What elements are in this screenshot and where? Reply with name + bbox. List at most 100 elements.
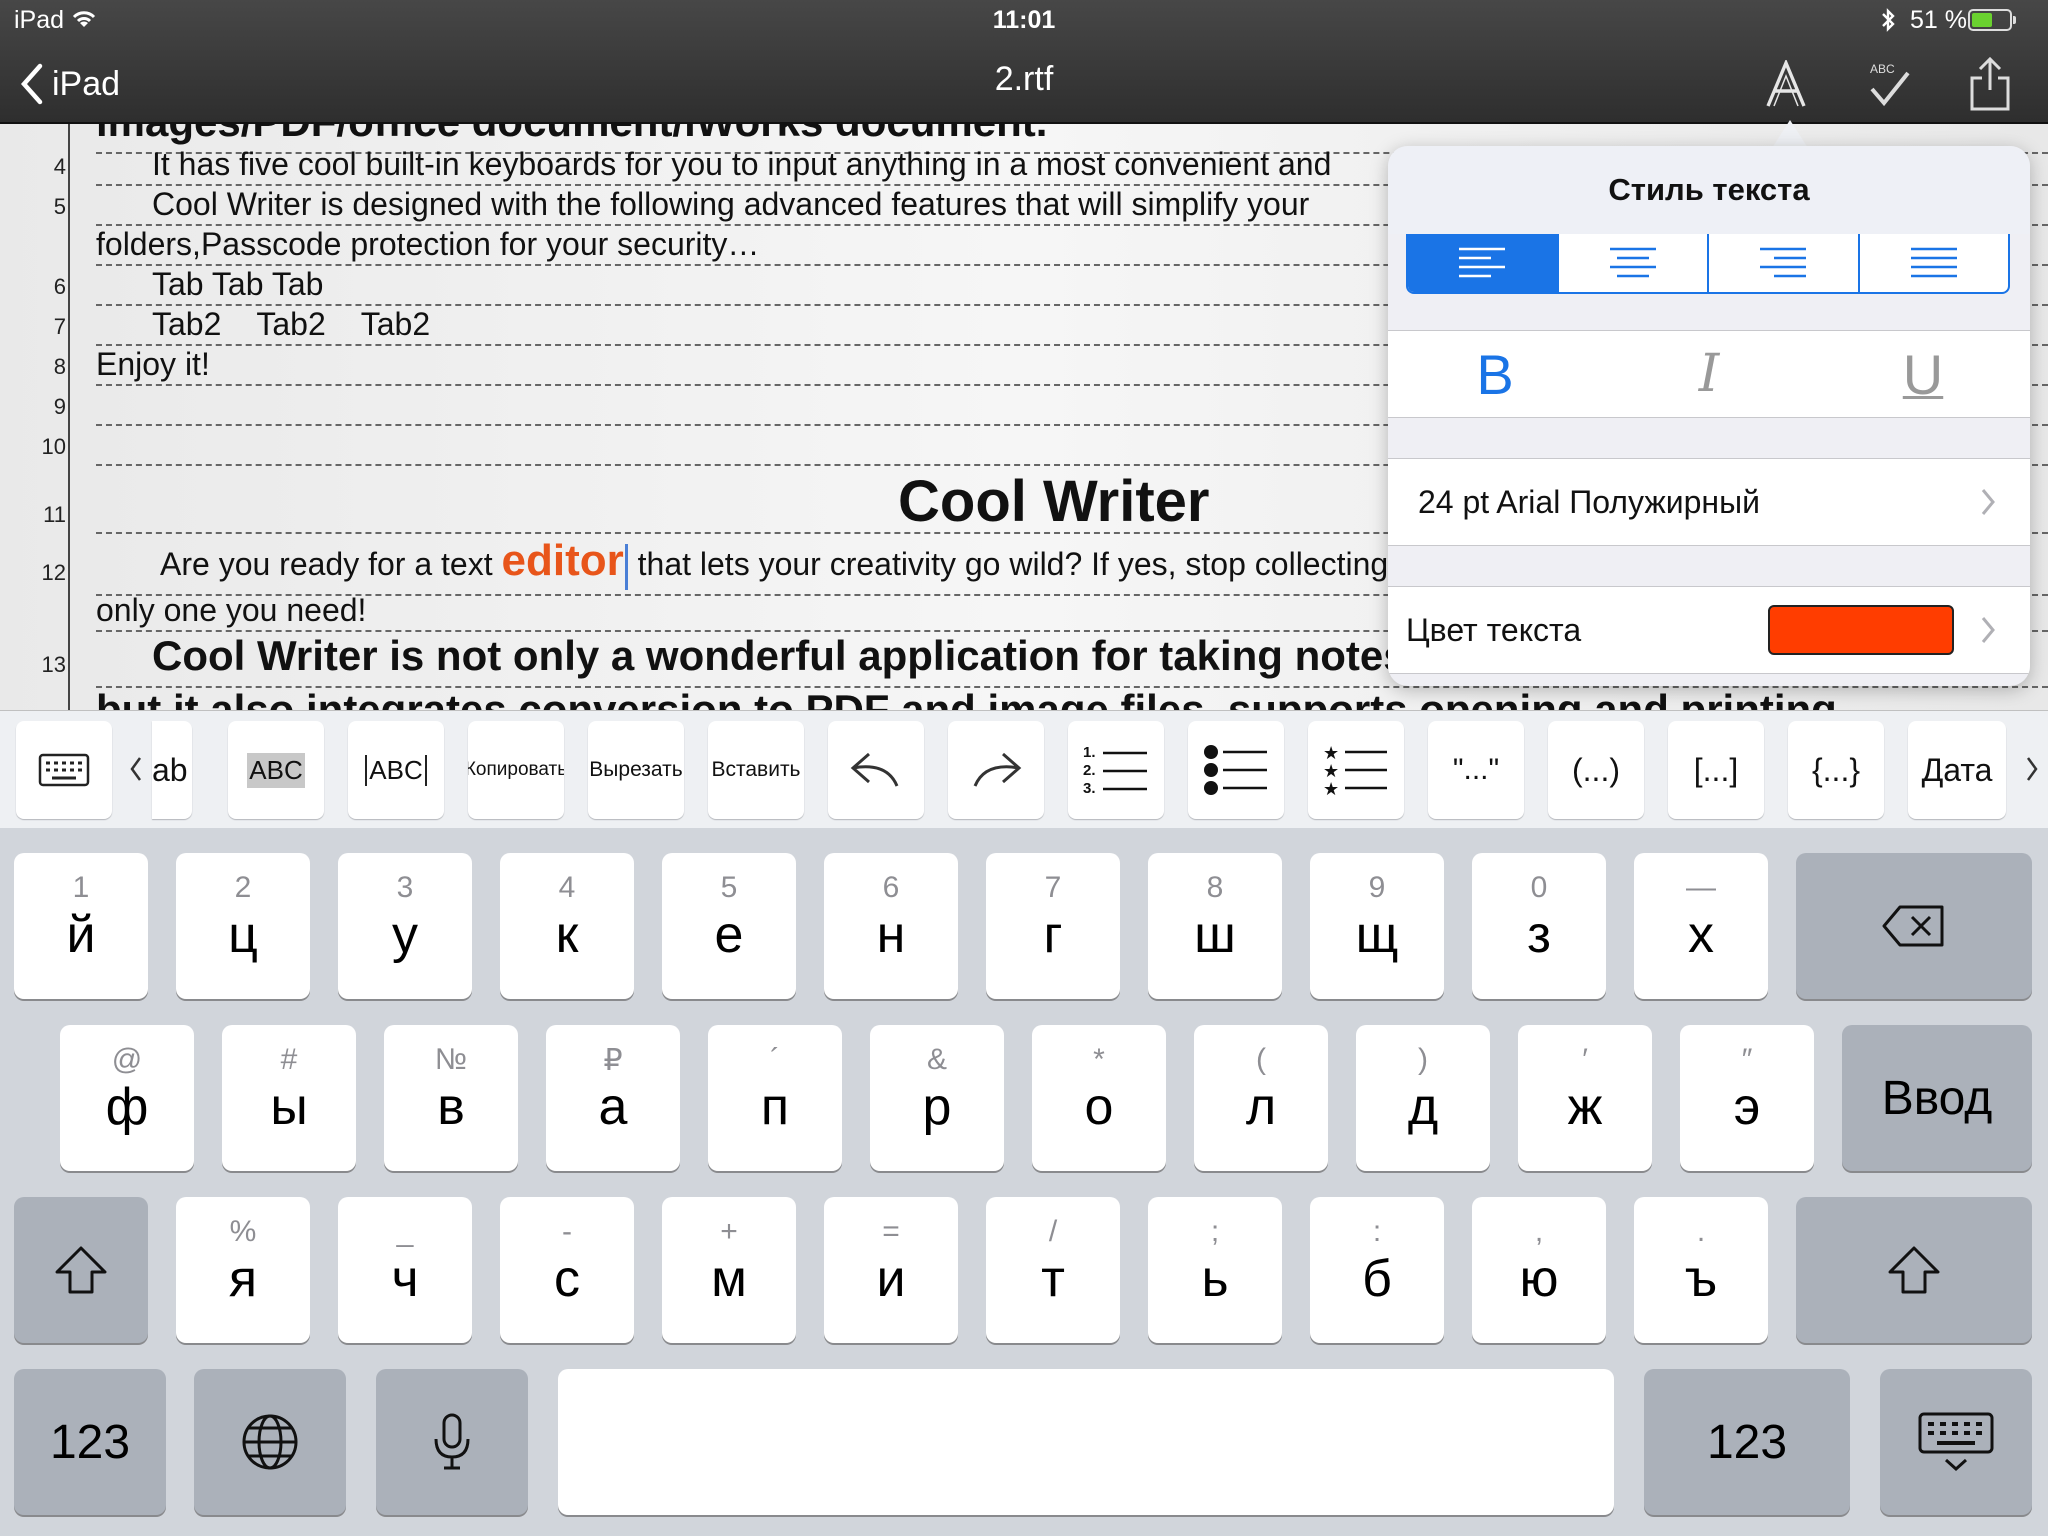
key-21[interactable]: ′ ж <box>1518 1025 1652 1171</box>
copy-label: Копировать <box>468 759 564 780</box>
key-32[interactable]: .ъ <box>1634 1197 1768 1343</box>
key-char: ы <box>270 1078 308 1136</box>
copy-button[interactable]: Копировать <box>468 721 564 819</box>
key-16[interactable]: ´ п <box>708 1025 842 1171</box>
key-6[interactable]: 6н <box>824 853 958 999</box>
key-29[interactable]: ; ь <box>1148 1197 1282 1343</box>
insert-date-button[interactable]: Дата <box>1908 721 2006 819</box>
key-22[interactable]: ″ э <box>1680 1025 1814 1171</box>
star-list-button[interactable]: ★ ★ ★ <box>1308 721 1404 819</box>
key-15[interactable]: ₽ а <box>546 1025 680 1171</box>
key-char: б <box>1362 1250 1392 1308</box>
paste-button[interactable]: Вставить <box>708 721 804 819</box>
key-1[interactable]: 1й <box>14 853 148 999</box>
backspace-key[interactable] <box>1796 853 2032 999</box>
spellcheck-button[interactable]: ABC <box>1858 54 1922 114</box>
numbers-key-right[interactable]: 123 <box>1644 1369 1850 1515</box>
hide-keyboard-key[interactable] <box>1880 1369 2032 1515</box>
microphone-icon-wrap <box>376 1369 528 1515</box>
key-hint: 4 <box>558 871 576 904</box>
text-line-7: Tab2 Tab2 Tab2 <box>152 306 431 342</box>
key-30[interactable]: :б <box>1310 1197 1444 1343</box>
insert-brackets-button[interactable]: [...] <box>1668 721 1764 819</box>
key-hint: = <box>882 1215 900 1248</box>
key-17[interactable]: & р <box>870 1025 1004 1171</box>
key-27[interactable]: = и <box>824 1197 958 1343</box>
align-right-icon <box>1760 247 1807 278</box>
keyboard-toggle-button[interactable] <box>16 721 112 819</box>
key-20[interactable]: ) д <box>1356 1025 1490 1171</box>
key-3[interactable]: 3у <box>338 853 472 999</box>
align-left-button[interactable] <box>1408 234 1559 292</box>
key-19[interactable]: (л <box>1194 1025 1328 1171</box>
align-center-button[interactable] <box>1559 234 1709 292</box>
shift-key-right[interactable] <box>1796 1197 2032 1343</box>
insert-parens-button[interactable]: (...) <box>1548 721 1644 819</box>
cut-button[interactable]: Вырезать <box>588 721 684 819</box>
key-12[interactable]: @ ф <box>60 1025 194 1171</box>
key-26[interactable]: + м <box>662 1197 796 1343</box>
align-right-button[interactable] <box>1709 234 1860 292</box>
shift-key-left[interactable] <box>14 1197 148 1343</box>
underline-button[interactable]: U <box>1863 342 1983 407</box>
redo-button[interactable] <box>948 721 1044 819</box>
key-5[interactable]: 5е <box>662 853 796 999</box>
bold-button[interactable]: B <box>1435 342 1555 407</box>
key-14[interactable]: № в <box>384 1025 518 1171</box>
select-text-label: ABC <box>247 752 305 788</box>
text-color-row[interactable]: Цвет текста <box>1388 586 2030 674</box>
key-hint: # <box>280 1043 298 1076</box>
key-9[interactable]: 9щ <box>1310 853 1444 999</box>
dictation-key[interactable] <box>376 1369 528 1515</box>
shift-icon <box>55 1246 107 1294</box>
align-justify-button[interactable] <box>1860 234 2009 292</box>
select-text-button[interactable]: ABC <box>228 721 324 819</box>
italic-button[interactable]: I <box>1649 344 1769 404</box>
toolbar-scroll-right[interactable] <box>2020 749 2044 789</box>
key-13[interactable]: # ы <box>222 1025 356 1171</box>
bulleted-list-button[interactable] <box>1188 721 1284 819</box>
key-4[interactable]: 4к <box>500 853 634 999</box>
insert-braces-button[interactable]: {...} <box>1788 721 1884 819</box>
status-battery-percent: 51 % <box>1910 6 1967 34</box>
key-hint: 6 <box>882 871 900 904</box>
toolbar-scroll-left[interactable] <box>124 749 148 789</box>
insert-quotes-button[interactable]: "..." <box>1428 721 1524 819</box>
key-hint: & <box>926 1043 947 1076</box>
select-word-button[interactable]: ABC <box>348 721 444 819</box>
key-10[interactable]: 0з <box>1472 853 1606 999</box>
key-hint: 8 <box>1206 871 1224 904</box>
key-18[interactable]: * о <box>1032 1025 1166 1171</box>
key-char: й <box>66 906 96 964</box>
keyboard-accessory-toolbar: ab ABC ABC Копировать Вырезать Вставить … <box>0 710 2048 828</box>
key-28[interactable]: / т <box>986 1197 1120 1343</box>
text-style-button[interactable] <box>1754 54 1818 114</box>
chevron-right-icon <box>2026 757 2038 781</box>
key-24[interactable]: _ ч <box>338 1197 472 1343</box>
return-key[interactable]: Ввод <box>1842 1025 2032 1171</box>
key-2[interactable]: 2ц <box>176 853 310 999</box>
tab-key-button[interactable]: ab <box>152 721 192 819</box>
key-25[interactable]: -с <box>500 1197 634 1343</box>
key-23[interactable]: % я <box>176 1197 310 1343</box>
numbered-list-button[interactable]: 1. 2. 3. <box>1068 721 1164 819</box>
key-31[interactable]: ,ю <box>1472 1197 1606 1343</box>
key-hint: : <box>1372 1215 1382 1248</box>
key-char: ю <box>1519 1250 1559 1308</box>
globe-icon <box>242 1414 298 1470</box>
key-hint: ″ <box>1741 1043 1753 1076</box>
share-button[interactable] <box>1958 54 2022 114</box>
numbers-key-left[interactable]: 123 <box>14 1369 166 1515</box>
key-hint: 9 <box>1368 871 1386 904</box>
svg-text:★: ★ <box>1323 779 1339 797</box>
key-11[interactable]: — х <box>1634 853 1768 999</box>
space-key[interactable] <box>558 1369 1614 1515</box>
key-char: т <box>1041 1250 1065 1308</box>
undo-button[interactable] <box>828 721 924 819</box>
select-word-label: ABC <box>365 754 427 786</box>
key-7[interactable]: 7г <box>986 853 1120 999</box>
key-8[interactable]: 8ш <box>1148 853 1282 999</box>
font-selector-row[interactable]: 24 pt Arial Полужирный <box>1388 458 2030 546</box>
globe-key[interactable] <box>194 1369 346 1515</box>
text-line-5-wrap: folders,Passcode protection for your sec… <box>96 226 760 262</box>
